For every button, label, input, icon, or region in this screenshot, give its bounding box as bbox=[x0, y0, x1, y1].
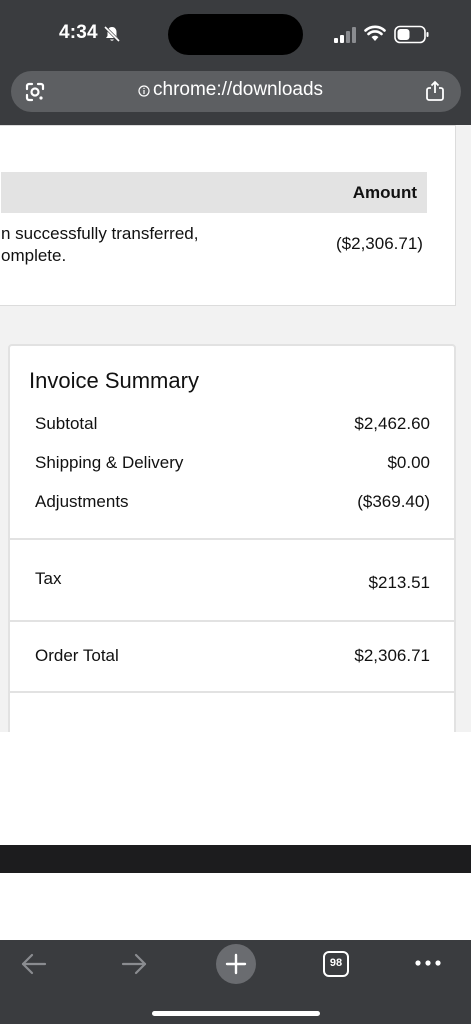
transaction-amount: ($2,306.71) bbox=[336, 234, 423, 253]
tax-label: Tax bbox=[35, 569, 62, 588]
blank-area bbox=[0, 732, 471, 845]
tab-switcher-icon[interactable]: 98 bbox=[323, 951, 349, 977]
shipping-label: Shipping & Delivery bbox=[35, 453, 184, 472]
address-bar[interactable]: chrome://downloads bbox=[11, 71, 461, 112]
dynamic-island bbox=[168, 14, 303, 55]
tax-value: $213.51 bbox=[368, 573, 430, 592]
status-time: 4:34 bbox=[59, 22, 98, 43]
google-lens-icon[interactable] bbox=[24, 81, 46, 103]
home-indicator[interactable] bbox=[152, 1011, 320, 1016]
order-total-label: Order Total bbox=[35, 646, 119, 665]
summary-divider bbox=[10, 691, 454, 693]
info-icon[interactable] bbox=[138, 85, 150, 97]
table-header-row: Amount bbox=[1, 172, 427, 213]
forward-arrow-icon[interactable] bbox=[120, 952, 148, 976]
summary-divider bbox=[10, 538, 454, 540]
top-browser-chrome: 4:34 chrome://downloads bbox=[0, 0, 471, 125]
url-text[interactable]: chrome://downloads bbox=[153, 79, 323, 101]
share-icon[interactable] bbox=[425, 80, 445, 102]
battery-icon bbox=[394, 25, 429, 44]
shipping-value: $0.00 bbox=[387, 453, 430, 472]
subtotal-value: $2,462.60 bbox=[354, 414, 430, 433]
adjustments-label: Adjustments bbox=[35, 492, 129, 511]
subtotal-label: Subtotal bbox=[35, 414, 98, 433]
transactions-table: Amount n successfully transferred, omple… bbox=[0, 125, 456, 306]
blank-area bbox=[0, 873, 471, 940]
plus-icon bbox=[225, 953, 247, 975]
more-icon[interactable] bbox=[413, 958, 443, 968]
back-arrow-icon[interactable] bbox=[20, 952, 48, 976]
order-total-value: $2,306.71 bbox=[354, 646, 430, 665]
transaction-description-line1: n successfully transferred, bbox=[1, 224, 199, 243]
cellular-signal-icon bbox=[334, 27, 356, 43]
mute-bell-icon bbox=[103, 25, 121, 43]
bottom-toolbar: 98 bbox=[0, 940, 471, 1024]
wifi-icon bbox=[364, 25, 386, 41]
invoice-summary-card: Invoice Summary Subtotal $2,462.60 Shipp… bbox=[8, 344, 456, 764]
summary-title: Invoice Summary bbox=[29, 368, 199, 393]
transaction-description-line2: omplete. bbox=[1, 246, 67, 265]
summary-divider bbox=[10, 620, 454, 622]
dark-band bbox=[0, 845, 471, 873]
amount-column-header: Amount bbox=[352, 183, 417, 202]
adjustments-value: ($369.40) bbox=[357, 492, 430, 511]
tab-count: 98 bbox=[329, 957, 343, 969]
new-tab-button[interactable] bbox=[216, 944, 256, 984]
